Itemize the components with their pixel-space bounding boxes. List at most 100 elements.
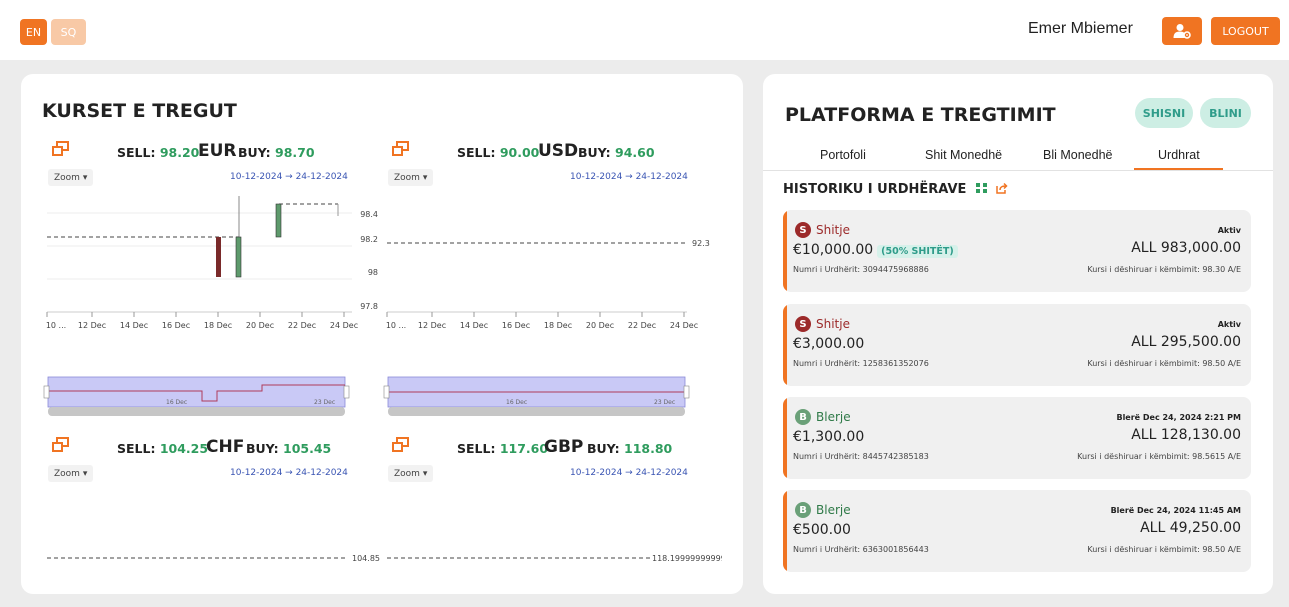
order-type-badge: B xyxy=(795,502,811,518)
order-number: Numri i Urdhërit: 8445742385183 xyxy=(793,452,929,461)
sell-rate: SELL: 117.60 xyxy=(457,441,549,456)
popout-icon[interactable] xyxy=(392,141,410,157)
navigator-label: 16 Dec xyxy=(506,399,527,406)
currency-code: GBP xyxy=(544,437,584,457)
order-card[interactable]: B Blerje €1,300.00 Numri i Urdhërit: 844… xyxy=(783,397,1251,479)
user-settings-button[interactable] xyxy=(1162,17,1202,45)
tab-sell-currency[interactable]: Shit Monedhë xyxy=(925,148,1002,162)
sell-button[interactable]: SHISNI xyxy=(1135,98,1193,128)
language-en-button[interactable]: EN xyxy=(20,19,47,45)
x-tick: 22 Dec xyxy=(288,321,316,330)
top-bar: EN SQ Emer Mbiemer LOGOUT xyxy=(0,0,1289,60)
x-tick: 16 Dec xyxy=(502,321,530,330)
navigator-label: 23 Dec xyxy=(314,399,335,406)
navigator-label: 16 Dec xyxy=(166,399,187,406)
currency-code: CHF xyxy=(206,437,245,457)
order-type-badge: S xyxy=(795,316,811,332)
market-rates-title: KURSET E TREGUT xyxy=(42,100,237,122)
popout-icon[interactable] xyxy=(52,437,70,453)
y-tick: 98.2 xyxy=(360,235,378,244)
order-card[interactable]: S Shitje €10,000.00 (50% SHITËT) Numri i … xyxy=(783,210,1251,292)
x-tick: 10 ... xyxy=(386,321,406,330)
zoom-dropdown[interactable]: Zoom ▾ xyxy=(48,169,94,186)
logout-button[interactable]: LOGOUT xyxy=(1211,17,1280,45)
x-tick: 10 ... xyxy=(46,321,66,330)
order-number: Numri i Urdhërit: 6363001856443 xyxy=(793,545,929,554)
order-number: Numri i Urdhërit: 3094475968886 xyxy=(793,265,929,274)
order-total: ALL 295,500.00 xyxy=(1131,334,1241,350)
ref-label: 104.85 xyxy=(352,554,380,563)
zoom-dropdown[interactable]: Zoom ▾ xyxy=(48,465,94,482)
candle-18-dec xyxy=(235,236,242,278)
order-status: Blerë Dec 24, 2024 2:21 PM xyxy=(1116,413,1241,422)
date-range[interactable]: 10-12-2024 → 24-12-2024 xyxy=(230,172,348,182)
tab-portfolio[interactable]: Portofoli xyxy=(820,148,866,162)
sell-rate: SELL: 104.25 xyxy=(117,441,209,456)
plot: 104.85 xyxy=(47,554,380,563)
x-tick: 24 Dec xyxy=(330,321,358,330)
order-amount: €500.00 xyxy=(793,522,851,538)
x-tick: 20 Dec xyxy=(586,321,614,330)
candle-20-dec xyxy=(275,203,282,238)
sold-share-badge: (50% SHITËT) xyxy=(877,245,958,258)
buy-rate: BUY: 118.80 xyxy=(587,441,673,456)
language-sq-button[interactable]: SQ xyxy=(51,19,86,45)
order-type: Shitje xyxy=(816,223,850,237)
date-range[interactable]: 10-12-2024 → 24-12-2024 xyxy=(230,468,348,478)
order-amount: €10,000.00 (50% SHITËT) xyxy=(793,242,958,258)
candle-17-dec xyxy=(216,237,221,277)
order-type: Blerje xyxy=(816,410,851,424)
x-tick: 16 Dec xyxy=(162,321,190,330)
plot: 118.19999999999999 xyxy=(387,554,722,563)
buy-rate: BUY: 105.45 xyxy=(246,441,332,456)
x-tick: 20 Dec xyxy=(246,321,274,330)
x-tick: 12 Dec xyxy=(78,321,106,330)
order-rate: Kursi i dëshiruar i këmbimit: 98.30 A/E xyxy=(1087,265,1241,274)
buy-rate: BUY: 98.70 xyxy=(238,145,315,160)
order-status: Blerë Dec 24, 2024 11:45 AM xyxy=(1110,506,1241,515)
plot: 92.3 10 ... 12 Dec 14 Dec 16 Dec 18 Dec … xyxy=(386,239,710,330)
y-tick: 98.4 xyxy=(360,210,378,219)
active-tab-indicator xyxy=(1134,168,1223,170)
currency-code: USD xyxy=(538,141,579,161)
order-status: Aktiv xyxy=(1217,320,1241,329)
order-card[interactable]: B Blerje €500.00 Numri i Urdhërit: 63630… xyxy=(783,490,1251,572)
navigator-label: 23 Dec xyxy=(654,399,675,406)
chart-chf: SELL: 104.25 CHF BUY: 105.45 Zoom ▾ 10-1… xyxy=(42,437,380,607)
order-history-title: HISTORIKU I URDHËRAVE xyxy=(783,182,1009,197)
popout-icon[interactable] xyxy=(52,141,70,157)
tab-orders[interactable]: Urdhrat xyxy=(1158,148,1200,162)
order-status: Aktiv xyxy=(1217,226,1241,235)
order-type-badge: S xyxy=(795,222,811,238)
chart-gbp: SELL: 117.60 GBP BUY: 118.80 Zoom ▾ 10-1… xyxy=(382,437,722,607)
ref-label: 118.19999999999999 xyxy=(652,554,722,563)
date-range[interactable]: 10-12-2024 → 24-12-2024 xyxy=(570,468,688,478)
x-tick: 14 Dec xyxy=(460,321,488,330)
zoom-dropdown[interactable]: Zoom ▾ xyxy=(388,169,434,186)
x-tick: 14 Dec xyxy=(120,321,148,330)
order-total: ALL 983,000.00 xyxy=(1131,240,1241,256)
zoom-dropdown[interactable]: Zoom ▾ xyxy=(388,465,434,482)
x-tick: 22 Dec xyxy=(628,321,656,330)
order-type: Shitje xyxy=(816,317,850,331)
order-card[interactable]: S Shitje €3,000.00 Numri i Urdhërit: 125… xyxy=(783,304,1251,386)
export-icon[interactable] xyxy=(995,182,1009,194)
order-number: Numri i Urdhërit: 1258361352076 xyxy=(793,359,929,368)
order-accent-bar xyxy=(783,210,787,292)
order-accent-bar xyxy=(783,304,787,386)
chart-eur: SELL: 98.20 EUR BUY: 98.70 Zoom ▾ 10-12-… xyxy=(42,141,378,416)
order-amount: €3,000.00 xyxy=(793,336,865,352)
x-tick: 24 Dec xyxy=(670,321,698,330)
buy-rate: BUY: 94.60 xyxy=(578,145,655,160)
date-range[interactable]: 10-12-2024 → 24-12-2024 xyxy=(570,172,688,182)
order-accent-bar xyxy=(783,490,787,572)
user-name: Emer Mbiemer xyxy=(1028,20,1133,37)
tab-buy-currency[interactable]: Bli Monedhë xyxy=(1043,148,1113,162)
order-total: ALL 49,250.00 xyxy=(1140,520,1241,536)
buy-button[interactable]: BLINI xyxy=(1200,98,1251,128)
grid-icon[interactable] xyxy=(975,182,989,194)
popout-icon[interactable] xyxy=(392,437,410,453)
x-tick: 18 Dec xyxy=(544,321,572,330)
order-rate: Kursi i dëshiruar i këmbimit: 98.50 A/E xyxy=(1087,545,1241,554)
x-tick: 12 Dec xyxy=(418,321,446,330)
